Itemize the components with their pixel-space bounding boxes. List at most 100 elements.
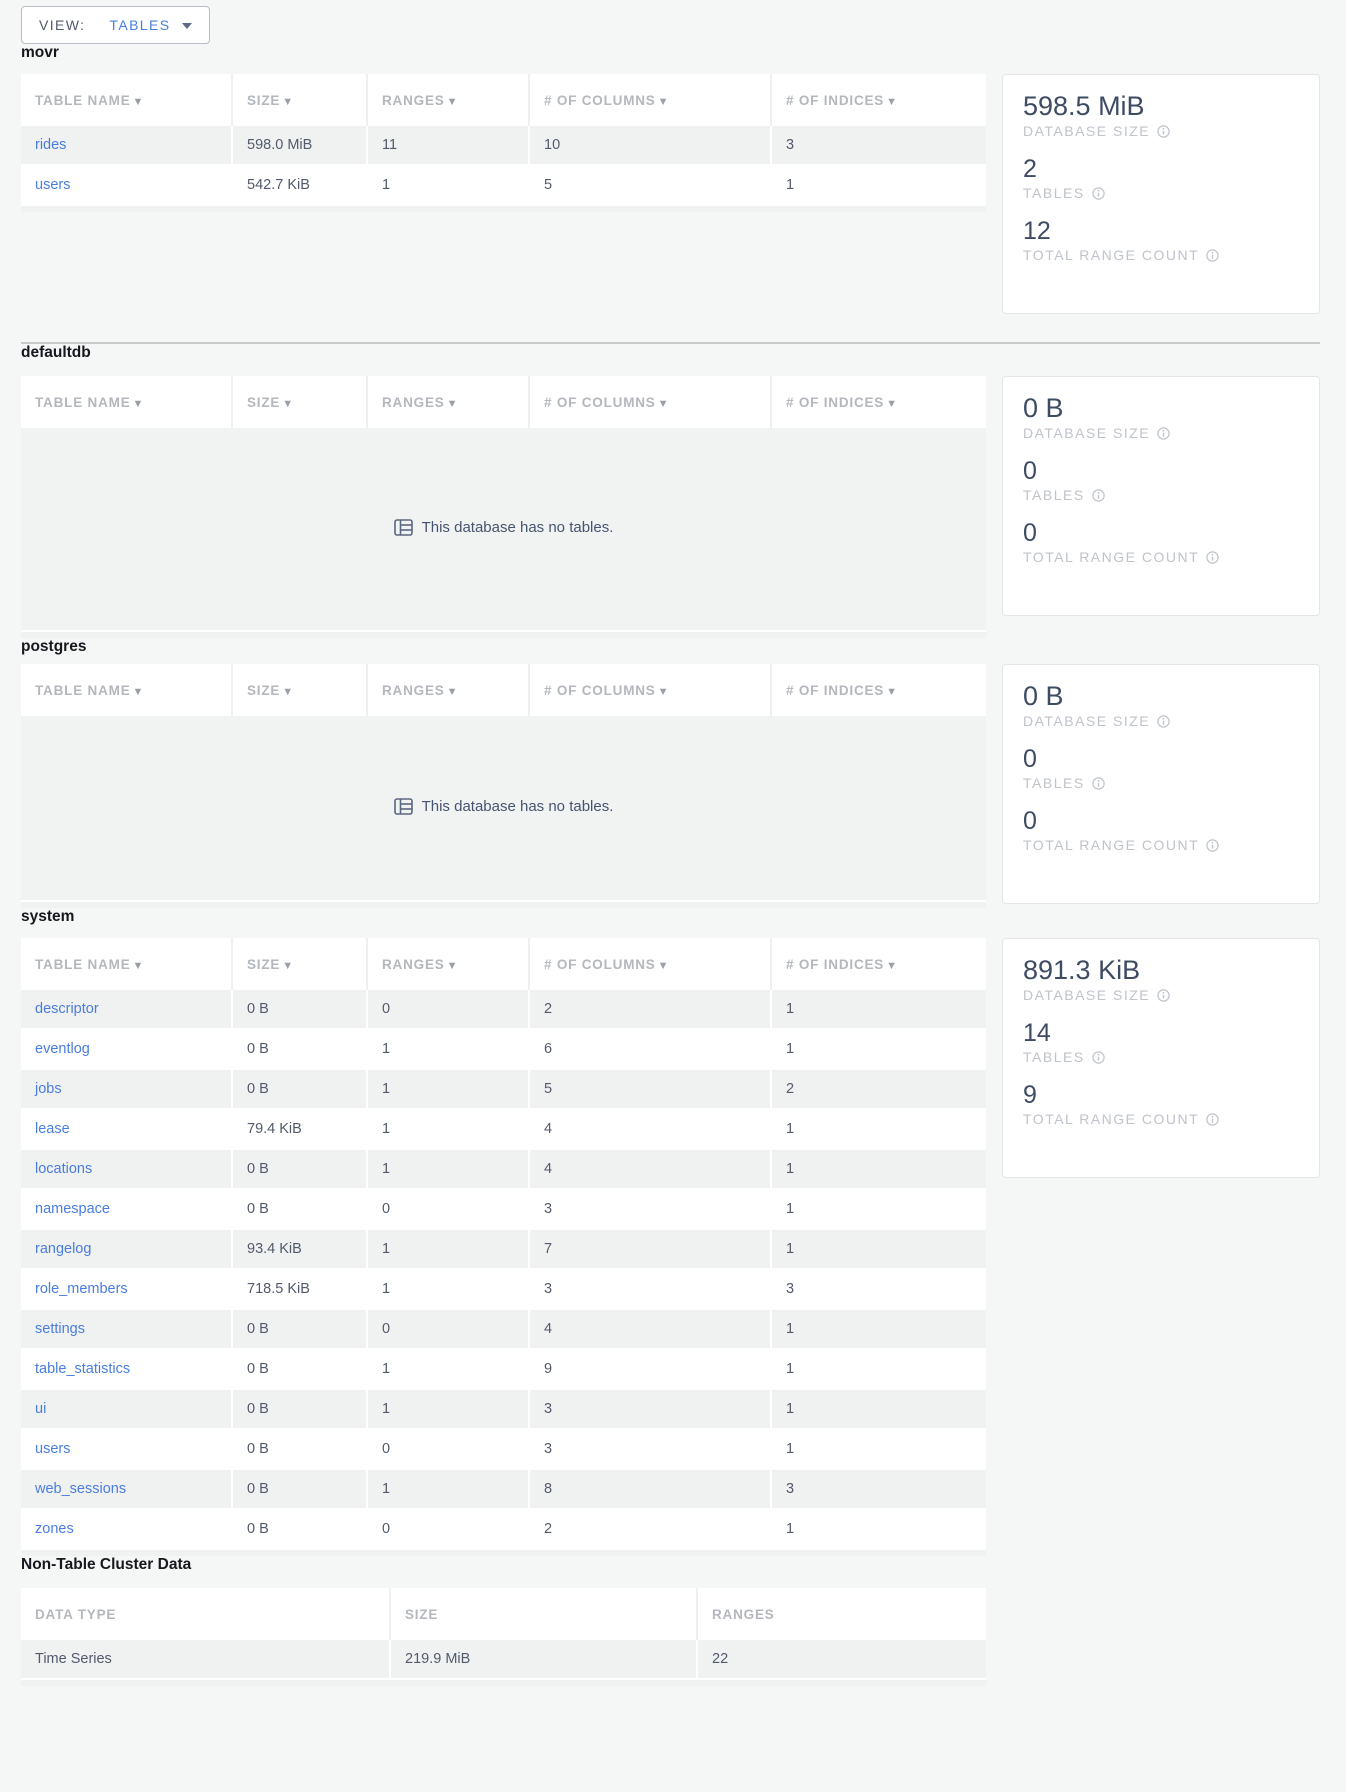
table-link[interactable]: table_statistics: [35, 1361, 130, 1377]
size-cell: 718.5 KiB: [233, 1270, 368, 1310]
tables-count-value: 0: [1023, 744, 1299, 774]
database-size-stat: 891.3 KiB DATABASE SIZE: [1023, 954, 1299, 1003]
table-link[interactable]: rides: [35, 137, 66, 153]
table-row: eventlog 0 B 1 6 1: [21, 1030, 986, 1070]
range-count-value: 9: [1023, 1080, 1299, 1110]
range-count-value: 0: [1023, 806, 1299, 836]
table-row: settings 0 B 0 4 1: [21, 1310, 986, 1350]
table-link[interactable]: ui: [35, 1401, 46, 1417]
size-cell: 0 B: [233, 1150, 368, 1190]
info-icon[interactable]: [1092, 777, 1105, 790]
info-icon[interactable]: [1092, 489, 1105, 502]
column-header-indices[interactable]: # OF INDICES▼: [772, 938, 986, 990]
size-cell: 79.4 KiB: [233, 1110, 368, 1150]
indices-cell: 1: [772, 1030, 986, 1070]
info-icon[interactable]: [1092, 187, 1105, 200]
table-link[interactable]: namespace: [35, 1201, 110, 1217]
column-header-size: SIZE: [391, 1588, 698, 1640]
indices-cell: 1: [772, 1430, 986, 1470]
table-link[interactable]: users: [35, 1441, 70, 1457]
info-icon[interactable]: [1157, 715, 1170, 728]
info-icon[interactable]: [1157, 427, 1170, 440]
column-header-ranges[interactable]: RANGES▼: [368, 376, 530, 428]
column-header-ranges[interactable]: RANGES▼: [368, 938, 530, 990]
database-section-defaultdb: TABLE NAME▼ SIZE▼ RANGES▼ # OF COLUMNS▼ …: [21, 376, 1320, 638]
database-summary-panel-defaultdb: 0 B DATABASE SIZE 0 TABLES 0 TOTAL RANGE…: [1002, 376, 1320, 616]
database-summary-panel-postgres: 0 B DATABASE SIZE 0 TABLES 0 TOTAL RANGE…: [1002, 664, 1320, 904]
info-icon[interactable]: [1157, 989, 1170, 1002]
sort-descending-icon: ▼: [133, 960, 145, 972]
ranges-cell: 0: [368, 1310, 530, 1350]
tables-stat: 0 TABLES: [1023, 456, 1299, 503]
column-header-indices[interactable]: # OF INDICES▼: [772, 664, 986, 716]
sort-descending-icon: ▼: [886, 686, 898, 698]
table-link[interactable]: settings: [35, 1321, 85, 1337]
database-section-movr: TABLE NAME▼ SIZE▼ RANGES▼ # OF COLUMNS▼ …: [21, 74, 1320, 314]
column-header-table-name[interactable]: TABLE NAME▼: [21, 938, 233, 990]
column-header-columns[interactable]: # OF COLUMNS▼: [530, 376, 772, 428]
column-header-size[interactable]: SIZE▼: [233, 664, 368, 716]
columns-cell: 5: [530, 166, 772, 206]
columns-cell: 9: [530, 1350, 772, 1390]
table-link[interactable]: descriptor: [35, 1001, 99, 1017]
table-row: jobs 0 B 1 5 2: [21, 1070, 986, 1110]
ranges-cell: 1: [368, 1230, 530, 1270]
info-icon[interactable]: [1206, 551, 1219, 564]
table-header-row: DATA TYPE SIZE RANGES: [21, 1588, 986, 1640]
data-type-cell: Time Series: [21, 1640, 391, 1680]
database-size-label: DATABASE SIZE: [1023, 987, 1150, 1003]
size-cell: 0 B: [233, 990, 368, 1030]
info-icon[interactable]: [1206, 249, 1219, 262]
column-header-columns[interactable]: # OF COLUMNS▼: [530, 664, 772, 716]
size-cell: 0 B: [233, 1510, 368, 1550]
columns-cell: 4: [530, 1110, 772, 1150]
range-count-stat: 12 TOTAL RANGE COUNT: [1023, 216, 1299, 263]
ranges-cell: 1: [368, 1350, 530, 1390]
columns-cell: 3: [530, 1430, 772, 1470]
ranges-cell: 22: [698, 1640, 986, 1680]
column-header-indices[interactable]: # OF INDICES▼: [772, 376, 986, 428]
table-grid-icon: [394, 798, 413, 815]
table-link[interactable]: web_sessions: [35, 1481, 126, 1497]
column-header-size[interactable]: SIZE▼: [233, 74, 368, 126]
table-link[interactable]: eventlog: [35, 1041, 90, 1057]
table-link[interactable]: lease: [35, 1121, 70, 1137]
column-header-columns[interactable]: # OF COLUMNS▼: [530, 938, 772, 990]
sort-descending-icon: ▼: [447, 686, 459, 698]
table-link[interactable]: users: [35, 177, 70, 193]
database-heading-system: system: [21, 908, 1320, 926]
column-header-size[interactable]: SIZE▼: [233, 376, 368, 428]
column-header-columns[interactable]: # OF COLUMNS▼: [530, 74, 772, 126]
column-header-table-name[interactable]: TABLE NAME▼: [21, 376, 233, 428]
view-dropdown-button[interactable]: VIEW:TABLES: [21, 6, 210, 44]
table-header-row: TABLE NAME▼ SIZE▼ RANGES▼ # OF COLUMNS▼ …: [21, 664, 986, 716]
column-header-ranges[interactable]: RANGES▼: [368, 664, 530, 716]
ranges-cell: 11: [368, 126, 530, 166]
column-header-indices[interactable]: # OF INDICES▼: [772, 74, 986, 126]
table-link[interactable]: role_members: [35, 1281, 128, 1297]
info-icon[interactable]: [1206, 839, 1219, 852]
info-icon[interactable]: [1157, 125, 1170, 138]
table-link[interactable]: rangelog: [35, 1241, 91, 1257]
column-header-data-type: DATA TYPE: [21, 1588, 391, 1640]
database-size-label: DATABASE SIZE: [1023, 713, 1150, 729]
table-link[interactable]: locations: [35, 1161, 92, 1177]
empty-table-message: This database has no tables.: [394, 519, 614, 536]
ranges-cell: 1: [368, 1070, 530, 1110]
column-header-table-name[interactable]: TABLE NAME▼: [21, 74, 233, 126]
column-header-ranges[interactable]: RANGES▼: [368, 74, 530, 126]
info-icon[interactable]: [1206, 1113, 1219, 1126]
database-size-value: 891.3 KiB: [1023, 954, 1299, 986]
database-heading-postgres: postgres: [21, 638, 1320, 656]
database-section-system: TABLE NAME▼ SIZE▼ RANGES▼ # OF COLUMNS▼ …: [21, 938, 1320, 1556]
size-cell: 93.4 KiB: [233, 1230, 368, 1270]
column-header-size[interactable]: SIZE▼: [233, 938, 368, 990]
database-size-label: DATABASE SIZE: [1023, 123, 1150, 139]
sort-descending-icon: ▼: [658, 686, 670, 698]
empty-table-row: This database has no tables.: [21, 716, 986, 902]
database-size-label: DATABASE SIZE: [1023, 425, 1150, 441]
info-icon[interactable]: [1092, 1051, 1105, 1064]
table-link[interactable]: zones: [35, 1521, 74, 1537]
column-header-table-name[interactable]: TABLE NAME▼: [21, 664, 233, 716]
table-link[interactable]: jobs: [35, 1081, 62, 1097]
